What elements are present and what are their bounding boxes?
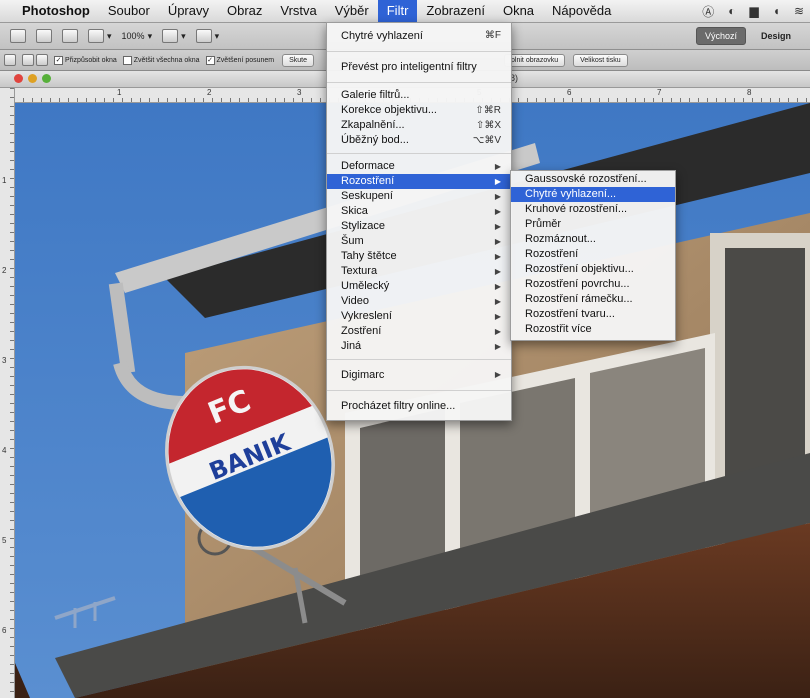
menu-item-browse-filters-online[interactable]: Procházet filtry online...	[327, 396, 511, 416]
menu-item-surface-blur[interactable]: Rozostření povrchu...	[511, 277, 675, 292]
workspace-switcher: Výchozí Design	[695, 23, 810, 49]
fill-screen-button[interactable]: plnit obrazovku	[504, 53, 566, 67]
ruler-label: 5	[2, 536, 7, 545]
menu-item-sketch[interactable]: Skica ▶	[327, 204, 511, 219]
workspace-default-button[interactable]: Výchozí	[695, 27, 746, 45]
menu-filtr[interactable]: Filtr	[377, 0, 418, 22]
menu-item-shape-blur[interactable]: Rozostření tvaru...	[511, 307, 675, 322]
zoom-out-icon[interactable]	[36, 54, 48, 66]
zoom-tool-icon[interactable]	[4, 54, 16, 66]
menu-item-lens-correction[interactable]: Korekce objektivu... ⇧⌘R	[327, 103, 511, 118]
menu-item-texture[interactable]: Textura ▶	[327, 264, 511, 279]
menu-obraz[interactable]: Obraz	[218, 0, 271, 22]
window-controls	[14, 74, 51, 83]
actual-pixels-button[interactable]: Skute	[282, 53, 315, 67]
adobe-icon[interactable]: Ⓐ	[702, 3, 714, 20]
menu-item-liquify[interactable]: Zkapalnění... ⇧⌘X	[327, 118, 511, 133]
zoom-icon[interactable]	[42, 74, 51, 83]
app-menubar: Photoshop Soubor Úpravy Obraz Vrstva Výb…	[0, 0, 810, 23]
bridge-icon[interactable]	[36, 29, 52, 43]
menu-item-box-blur[interactable]: Rozostření rámečku...	[511, 292, 675, 307]
menu-item-radial-blur[interactable]: Kruhové rozostření...	[511, 202, 675, 217]
ruler-label: 8	[747, 88, 752, 97]
workspace-design-button[interactable]: Design	[752, 27, 800, 45]
screen-mode-icon[interactable]	[195, 29, 212, 43]
zoom-all-windows-checkbox[interactable]: Zvětšit všechna okna	[122, 55, 200, 65]
menu-soubor[interactable]: Soubor	[99, 0, 159, 22]
chevron-down-icon[interactable]: ▾	[215, 31, 220, 42]
print-size-button[interactable]: Velikost tisku	[573, 53, 628, 67]
menu-item-stylize[interactable]: Stylizace ▶	[327, 219, 511, 234]
time-machine-icon[interactable]: ◐	[728, 4, 735, 18]
menu-item-pixelate[interactable]: Seskupení ▶	[327, 189, 511, 204]
wifi-icon[interactable]: ≋	[794, 4, 804, 18]
minimize-icon[interactable]	[28, 74, 37, 83]
menu-item-vanishing-point[interactable]: Úběžný bod... ⌥⌘V	[327, 133, 511, 148]
menu-item-smart-blur[interactable]: Chytré vyhlazení...	[511, 187, 675, 202]
chevron-down-icon[interactable]: ▾	[181, 31, 186, 42]
chevron-down-icon[interactable]: ▾	[107, 31, 112, 42]
status-icons: Ⓐ ◐ ▆ ◖ ≋	[702, 0, 804, 22]
menu-item-blur-simple[interactable]: Rozostření	[511, 247, 675, 262]
zoom-level[interactable]: 100%	[122, 31, 145, 41]
menu-item-artistic[interactable]: Umělecký ▶	[327, 279, 511, 294]
ruler-label: 2	[2, 266, 7, 275]
ruler-label: 1	[117, 88, 122, 97]
menu-item-blur[interactable]: Rozostření ▶	[327, 174, 511, 189]
filter-menu: Chytré vyhlazení ⌘F Převést pro inteligen…	[326, 22, 512, 421]
fit-windows-checkbox[interactable]: ✓ Přizpůsobit okna	[54, 55, 117, 65]
display-icon[interactable]: ▆	[749, 4, 758, 18]
menu-item-noise[interactable]: Šum ▶	[327, 234, 511, 249]
ruler-label: 2	[207, 88, 212, 97]
minibridge-icon[interactable]	[62, 29, 78, 43]
menu-vyber[interactable]: Výběr	[326, 0, 378, 22]
ps-logo-icon	[10, 29, 26, 43]
menu-vrstva[interactable]: Vrstva	[271, 0, 325, 22]
menu-item-video[interactable]: Video ▶	[327, 294, 511, 309]
arrange-icon[interactable]	[162, 29, 179, 43]
ruler-label: 3	[297, 88, 302, 97]
menu-item-blur-more[interactable]: Rozostřit více	[511, 322, 675, 337]
ruler-label: 6	[567, 88, 572, 97]
menu-item-average[interactable]: Průměr	[511, 217, 675, 232]
zoom-in-icon[interactable]	[22, 54, 34, 66]
menu-item-filter-gallery[interactable]: Galerie filtrů...	[327, 88, 511, 103]
menu-napoveda[interactable]: Nápověda	[543, 0, 620, 22]
menu-zobrazeni[interactable]: Zobrazení	[417, 0, 494, 22]
menu-item-digimarc[interactable]: Digimarc ▶	[327, 365, 511, 385]
ruler-label: 7	[657, 88, 662, 97]
menu-item-sharpen[interactable]: Zostření ▶	[327, 324, 511, 339]
menu-item-last-filter[interactable]: Chytré vyhlazení ⌘F	[327, 26, 511, 46]
chevron-down-icon[interactable]: ▾	[148, 31, 153, 42]
menu-item-convert-smart-filters[interactable]: Převést pro inteligentní filtry	[327, 57, 511, 77]
menu-item-brush-strokes[interactable]: Tahy štětce ▶	[327, 249, 511, 264]
scrubby-zoom-checkbox[interactable]: ✓ Zvětšení posunem	[205, 55, 274, 65]
ruler-label: 4	[2, 446, 7, 455]
menu-okna[interactable]: Okna	[494, 0, 543, 22]
menu-app[interactable]: Photoshop	[0, 0, 99, 22]
menu-item-gaussian-blur[interactable]: Gaussovské rozostření...	[511, 172, 675, 187]
vertical-ruler[interactable]: 1 2 3 4 5 6	[0, 88, 15, 698]
menu-upravy[interactable]: Úpravy	[159, 0, 218, 22]
ruler-label: 1	[2, 176, 7, 185]
menu-item-render[interactable]: Vykreslení ▶	[327, 309, 511, 324]
menu-item-lens-blur[interactable]: Rozostření objektivu...	[511, 262, 675, 277]
menu-item-motion-blur[interactable]: Rozmáznout...	[511, 232, 675, 247]
ruler-label: 3	[2, 356, 7, 365]
volume-icon[interactable]: ◖	[773, 4, 780, 18]
close-icon[interactable]	[14, 74, 23, 83]
menu-item-other[interactable]: Jiná ▶	[327, 339, 511, 354]
blur-submenu: Gaussovské rozostření... Chytré vyhlazen…	[510, 170, 676, 341]
menu-item-distort[interactable]: Deformace ▶	[327, 159, 511, 174]
ruler-label: 6	[2, 626, 7, 635]
extras-icon[interactable]	[88, 29, 104, 43]
